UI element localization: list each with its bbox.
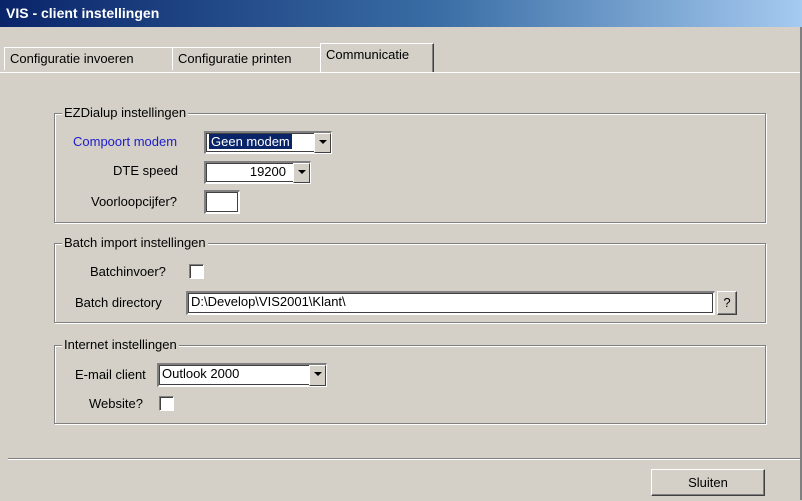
email-client-value: Outlook 2000 — [162, 366, 240, 381]
website-label: Website? — [89, 396, 143, 411]
email-client-label: E-mail client — [75, 367, 146, 382]
email-client-select[interactable]: Outlook 2000 — [157, 363, 327, 387]
batch-import-group-title: Batch import instellingen — [62, 235, 208, 250]
chevron-down-icon[interactable] — [314, 133, 331, 153]
batch-directory-label: Batch directory — [75, 295, 162, 310]
tab-configuratie-printen[interactable]: Configuratie printen — [172, 47, 324, 70]
chevron-down-icon[interactable] — [293, 163, 310, 183]
tab-communicatie[interactable]: Communicatie — [320, 43, 434, 72]
dte-speed-select[interactable]: 19200 — [204, 161, 311, 184]
close-button-label: Sluiten — [688, 475, 728, 490]
voorloopcijfer-label: Voorloopcijfer? — [91, 194, 177, 209]
voorloopcijfer-input[interactable] — [204, 190, 240, 214]
compoort-modem-value: Geen modem — [209, 134, 292, 149]
tab-configuratie-invoeren[interactable]: Configuratie invoeren — [4, 47, 176, 70]
batch-directory-input[interactable]: D:\Develop\VIS2001\Klant\ — [186, 291, 715, 315]
compoort-modem-select[interactable]: Geen modem — [204, 131, 332, 154]
dte-speed-label: DTE speed — [113, 163, 179, 178]
ezdialup-group-title: EZDialup instellingen — [62, 105, 189, 120]
tab-strip: Configuratie invoeren Configuratie print… — [0, 40, 802, 73]
close-button[interactable]: Sluiten — [651, 469, 765, 496]
dte-speed-value: 19200 — [249, 164, 286, 179]
batchinvoer-checkbox[interactable] — [189, 264, 204, 279]
window-title: VIS - client instellingen — [6, 5, 160, 21]
batchinvoer-label: Batchinvoer? — [90, 264, 166, 279]
tab-label: Configuratie invoeren — [10, 51, 134, 66]
tab-label: Communicatie — [326, 47, 410, 62]
browse-directory-button[interactable]: ? — [717, 291, 737, 315]
compoort-modem-label: Compoort modem — [73, 134, 178, 149]
batch-directory-value: D:\Develop\VIS2001\Klant\ — [191, 294, 346, 309]
website-checkbox[interactable] — [159, 396, 174, 411]
tab-label: Configuratie printen — [178, 51, 292, 66]
title-bar[interactable]: VIS - client instellingen — [0, 0, 802, 27]
internet-group-title: Internet instellingen — [62, 337, 179, 352]
chevron-down-icon[interactable] — [309, 365, 326, 386]
tab-page-border — [0, 72, 802, 73]
